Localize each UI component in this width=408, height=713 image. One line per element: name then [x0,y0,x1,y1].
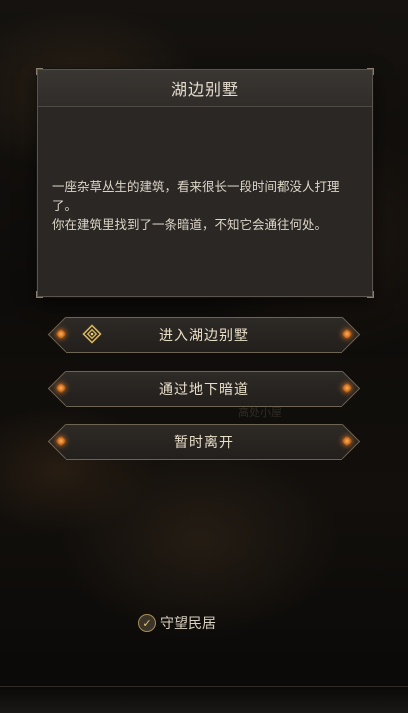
gem-ornament-icon [55,435,67,447]
gem-ornament-icon [55,328,67,340]
gem-ornament-icon [55,382,67,394]
current-location[interactable]: ✓ 守望民居 [138,613,216,633]
gem-ornament-icon [341,435,353,447]
choice-label: 进入湖边别墅 [159,328,249,344]
choice-label: 暂时离开 [174,435,234,451]
choice-leave-button[interactable]: 暂时离开 [55,424,353,460]
gem-ornament-icon [341,328,353,340]
dialog-corner-ornament [36,291,43,298]
dialog-header: 湖边别墅 [38,70,372,107]
dialog-description: 一座杂草丛生的建筑，看来很长一段时间都没人打理了。 你在建筑里找到了一条暗道，不… [38,107,372,234]
rune-icon [82,324,102,344]
dialog-corner-ornament [367,68,374,75]
description-paragraph: 你在建筑里找到了一条暗道，不知它会通往何处。 [52,217,328,232]
dialog-corner-ornament [36,68,43,75]
event-dialog: 湖边别墅 一座杂草丛生的建筑，看来很长一段时间都没人打理了。 你在建筑里找到了一… [36,68,374,298]
description-paragraph: 一座杂草丛生的建筑，看来很长一段时间都没人打理了。 [52,179,340,213]
choice-underground-passage-button[interactable]: 通过地下暗道 [55,371,353,407]
choice-label: 通过地下暗道 [159,382,249,398]
check-icon: ✓ [138,614,156,632]
gem-ornament-icon [341,382,353,394]
location-label: 守望民居 [160,616,216,632]
choice-enter-villa-button[interactable]: 进入湖边别墅 [55,317,353,353]
dialog-title: 湖边别墅 [170,80,239,99]
bottom-bar [0,686,408,713]
dialog-corner-ornament [367,291,374,298]
